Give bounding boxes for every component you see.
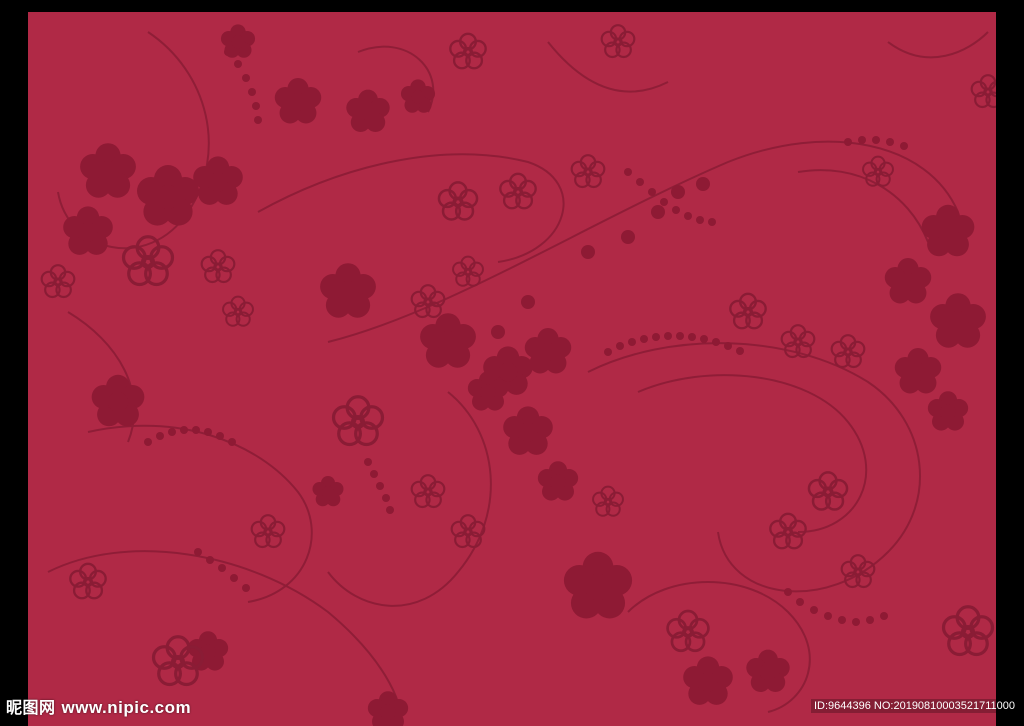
solid-flowers <box>63 24 986 726</box>
watermark-url: www.nipic.com <box>61 698 192 717</box>
paisley-floral-pattern <box>40 24 996 726</box>
watermark-id: ID:9644396 NO:20190810003521711000 <box>810 699 1018 713</box>
page: 昵图网 www.nipic.com ID:9644396 NO:201908100… <box>0 0 1024 726</box>
watermark-brand: 昵图网 <box>6 698 56 717</box>
watermark-logo: 昵图网 www.nipic.com <box>6 694 191 718</box>
paisley-pattern-canvas <box>28 12 996 726</box>
